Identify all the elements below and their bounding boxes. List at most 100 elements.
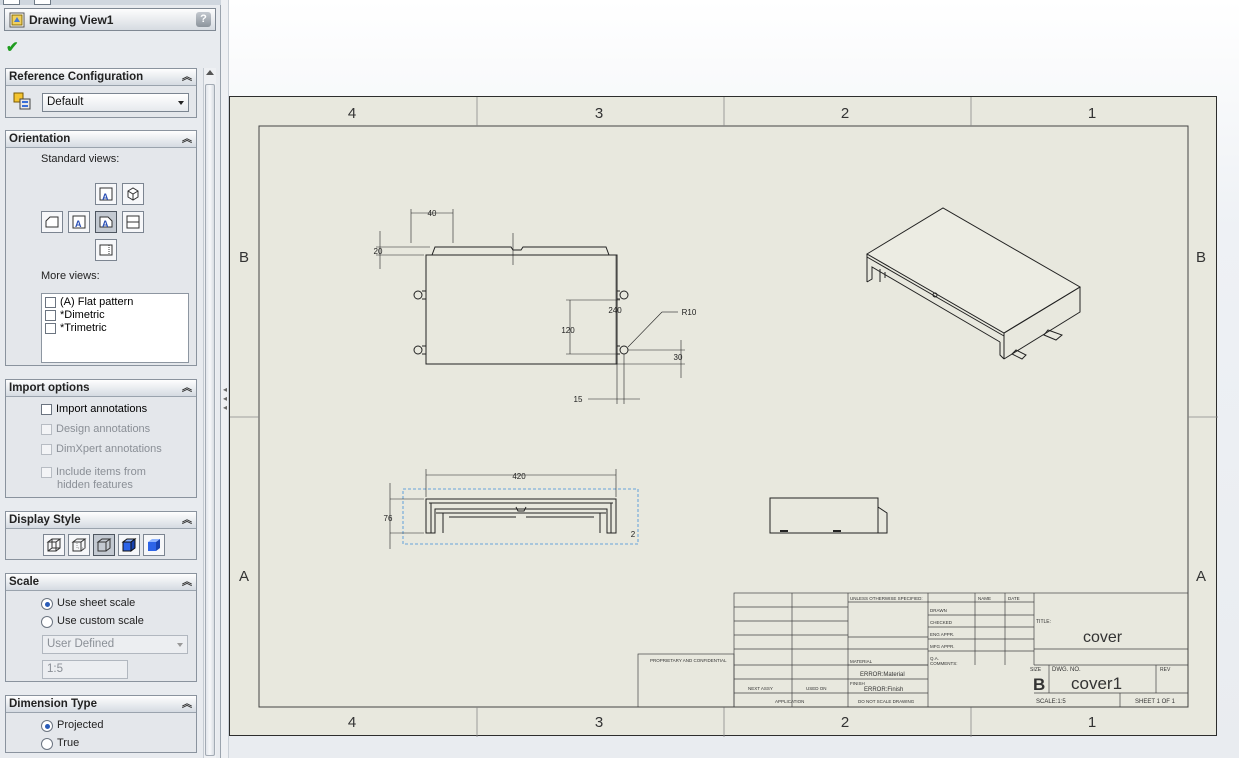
zone-right-B: B: [1196, 249, 1206, 266]
checkbox[interactable]: [45, 309, 56, 321]
hidden-lines-visible-icon: [71, 538, 87, 552]
panel-splitter[interactable]: ◂ ◂ ◂: [221, 0, 229, 758]
group-header[interactable]: Orientation ︽: [6, 131, 196, 148]
panel-scrollbar[interactable]: [203, 68, 216, 758]
dim-120: 120: [561, 326, 575, 335]
include-hidden-checkbox[interactable]: Include items from: [41, 466, 146, 478]
flat-pattern-view[interactable]: [376, 209, 685, 404]
right-view-icon: A: [99, 216, 113, 229]
svg-text:A: A: [75, 219, 82, 229]
zone-top-4: 4: [348, 105, 356, 122]
scroll-up-icon[interactable]: [206, 70, 214, 75]
hidden-lines-visible-button[interactable]: [68, 534, 90, 556]
left-view-button[interactable]: [41, 211, 63, 233]
dimxpert-annotations-checkbox[interactable]: DimXpert annotations: [41, 443, 162, 455]
tb-do-not-scale: DO NOT SCALE DRAWING: [858, 699, 915, 704]
zone-top-3: 3: [595, 105, 603, 122]
shaded-button[interactable]: [143, 534, 165, 556]
tb-next-assy: NEXT ASSY: [748, 686, 773, 691]
right-view-button[interactable]: A: [95, 211, 117, 233]
hidden-lines-removed-button[interactable]: [93, 534, 115, 556]
isometric-view[interactable]: [866, 207, 1081, 360]
group-header[interactable]: Dimension Type ︽: [6, 696, 196, 713]
configuration-dropdown[interactable]: Default: [42, 93, 189, 112]
checkbox[interactable]: [41, 423, 52, 435]
tb-material-error: ERROR:Material: [860, 672, 905, 678]
drawing-sheet[interactable]: 4 3 2 1 4 3 2 1 B A B A 40 20 240 120 30…: [229, 96, 1218, 737]
use-sheet-scale-label: Use sheet scale: [57, 597, 136, 609]
collapse-panel-icon[interactable]: ◂ ◂ ◂: [222, 385, 228, 420]
help-icon[interactable]: ?: [196, 12, 211, 27]
collapse-icon[interactable]: ︽: [182, 132, 192, 148]
bottom-view-button[interactable]: [95, 239, 117, 261]
use-sheet-scale-radio[interactable]: [41, 598, 53, 610]
zone-labels: 4 3 2 1 4 3 2 1 B A B A: [239, 105, 1206, 731]
checkbox[interactable]: [41, 443, 52, 455]
import-annotations-checkbox[interactable]: Import annotations: [41, 403, 147, 415]
checkbox[interactable]: [45, 296, 56, 308]
tb-part-name: cover: [1083, 629, 1123, 646]
drawing-sheet-svg: 4 3 2 1 4 3 2 1 B A B A 40 20 240 120 30…: [230, 97, 1218, 737]
ok-checkmark-icon[interactable]: ✔: [6, 38, 19, 56]
standard-views-label: Standard views:: [41, 153, 120, 165]
scroll-thumb[interactable]: [205, 84, 215, 756]
back-view-button[interactable]: [122, 211, 144, 233]
front-view-button[interactable]: A: [68, 211, 90, 233]
import-options-group: Import options ︽ Import annotations Desig…: [5, 379, 197, 498]
design-annotations-checkbox[interactable]: Design annotations: [41, 423, 150, 435]
top-view-button[interactable]: A: [95, 183, 117, 205]
dim-76: 76: [384, 514, 393, 523]
projected-radio[interactable]: [41, 720, 53, 732]
property-manager-header: Drawing View1 ?: [4, 8, 216, 31]
svg-text:A: A: [102, 192, 109, 202]
zone-dividers: [230, 97, 1218, 737]
more-view-trimetric[interactable]: *Trimetric: [45, 322, 107, 334]
true-label: True: [57, 737, 80, 749]
checkbox[interactable]: [41, 466, 52, 478]
checkbox[interactable]: [45, 322, 56, 334]
wireframe-button[interactable]: [43, 534, 65, 556]
left-view-icon: [45, 216, 59, 228]
manager-tabs: [0, 0, 221, 5]
dim-40: 40: [428, 209, 437, 218]
orientation-group: Orientation ︽ Standard views: A A A More …: [5, 130, 197, 366]
use-custom-scale-radio[interactable]: [41, 616, 53, 628]
feature-manager-tab[interactable]: [3, 0, 20, 5]
tb-comments: COMMENTS:: [930, 661, 958, 666]
group-header[interactable]: Import options ︽: [6, 380, 196, 397]
shaded-with-edges-icon: [121, 538, 137, 552]
zone-left-B: B: [239, 249, 249, 266]
front-view-dimensions: 420 76 2: [384, 472, 636, 539]
more-view-flat-pattern[interactable]: (A) Flat pattern: [45, 296, 133, 308]
front-view-icon: A: [72, 215, 86, 229]
group-header[interactable]: Reference Configuration ︽: [6, 69, 196, 86]
reference-configuration-group: Reference Configuration ︽ Default: [5, 68, 197, 118]
dim-2: 2: [631, 530, 636, 539]
group-header[interactable]: Display Style ︽: [6, 512, 196, 529]
side-view[interactable]: [769, 497, 888, 534]
property-manager-tab[interactable]: [34, 0, 51, 5]
collapse-icon[interactable]: ︽: [182, 513, 192, 529]
shaded-with-edges-button[interactable]: [118, 534, 140, 556]
dim-30: 30: [674, 353, 683, 362]
scale-type-dropdown[interactable]: User Defined: [42, 635, 188, 654]
collapse-icon[interactable]: ︽: [182, 381, 192, 397]
display-style-group: Display Style ︽: [5, 511, 197, 560]
tb-unless: UNLESS OTHERWISE SPECIFIED:: [850, 596, 923, 601]
chevron-down-icon: [178, 101, 184, 105]
checkbox[interactable]: [41, 403, 52, 415]
true-radio[interactable]: [41, 738, 53, 750]
collapse-icon[interactable]: ︽: [182, 575, 192, 591]
scale-ratio-input[interactable]: 1:5: [42, 660, 128, 679]
zone-left-A: A: [239, 568, 249, 585]
collapse-icon[interactable]: ︽: [182, 697, 192, 713]
group-header[interactable]: Scale ︽: [6, 574, 196, 591]
tb-material-label: MATERIAL: [850, 659, 873, 664]
more-views-list: (A) Flat pattern *Dimetric *Trimetric: [41, 293, 189, 363]
more-view-dimetric[interactable]: *Dimetric: [45, 309, 105, 321]
collapse-icon[interactable]: ︽: [182, 70, 192, 86]
front-view[interactable]: [389, 469, 639, 549]
zone-bottom-2: 2: [841, 714, 849, 731]
dim-420: 420: [512, 472, 526, 481]
isometric-view-button[interactable]: [122, 183, 144, 205]
